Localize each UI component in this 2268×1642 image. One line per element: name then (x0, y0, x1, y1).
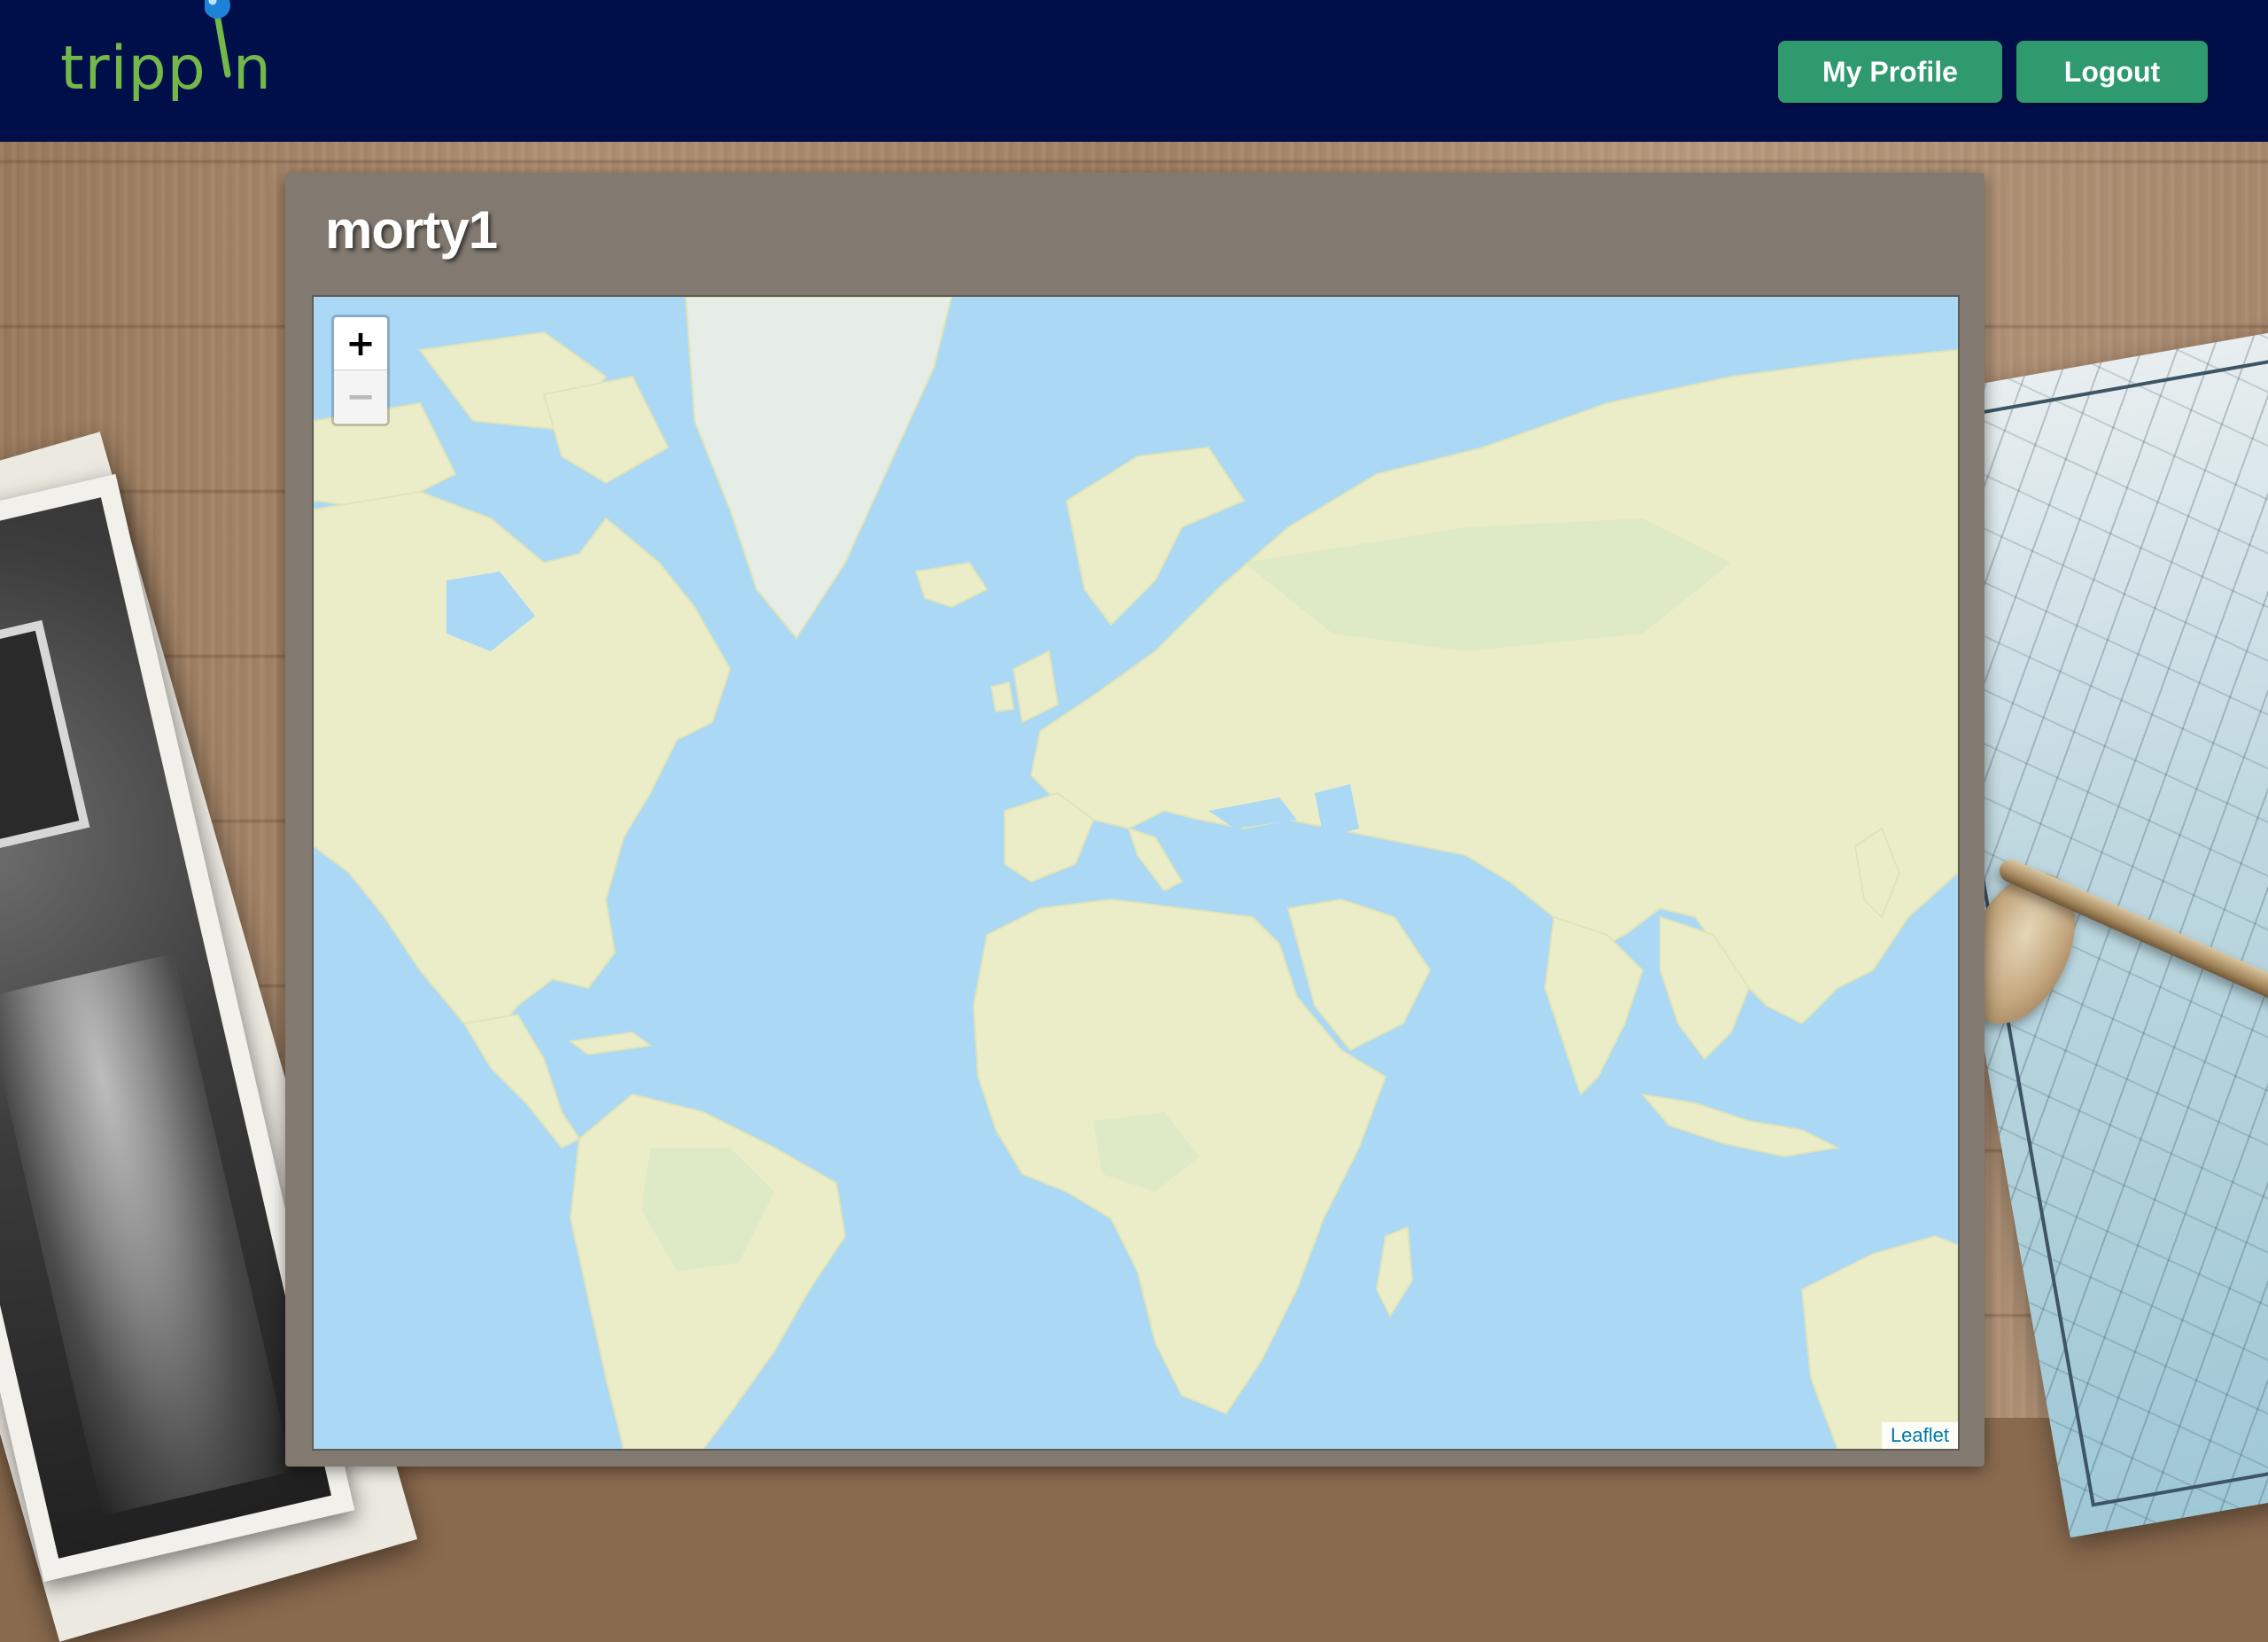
map-zoom-control: + − (331, 315, 390, 426)
zoom-out-button[interactable]: − (334, 370, 387, 423)
map-pin-icon (204, 0, 233, 89)
trippin-logo[interactable]: tripp n (60, 0, 272, 113)
map-attribution-link[interactable]: Leaflet (1881, 1422, 1958, 1449)
profile-card: morty1 + − Leaflet (285, 173, 1984, 1467)
logo-text-start: tripp (60, 34, 206, 104)
logout-button[interactable]: Logout (2016, 41, 2208, 103)
world-map[interactable]: + − Leaflet (312, 295, 1960, 1451)
world-map-tiles (314, 297, 1958, 1449)
zoom-in-button[interactable]: + (334, 317, 387, 370)
my-profile-button[interactable]: My Profile (1778, 41, 2002, 103)
top-navigation-bar: tripp n My Profile Logout (0, 0, 2268, 142)
logo-text-end: n (232, 34, 272, 104)
profile-username: morty1 (325, 200, 498, 260)
